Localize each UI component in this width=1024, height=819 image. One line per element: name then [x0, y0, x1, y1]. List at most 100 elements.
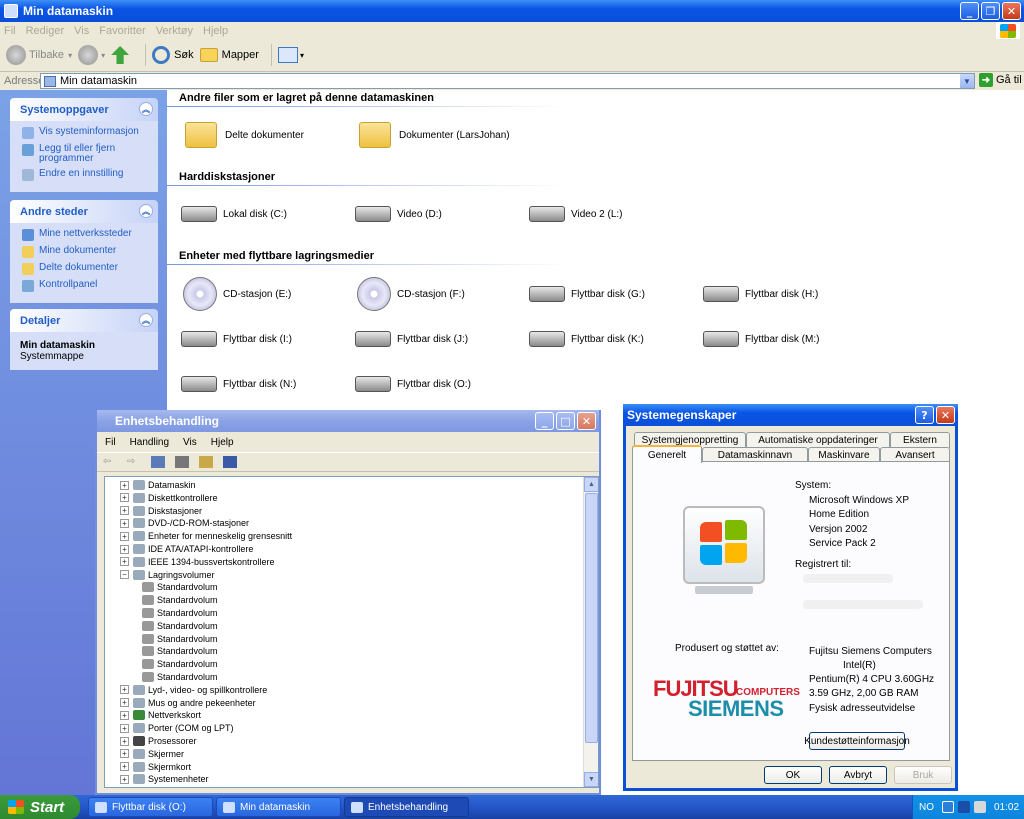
- expand-icon[interactable]: +: [120, 749, 129, 759]
- expand-icon[interactable]: +: [120, 480, 129, 490]
- close-button[interactable]: ✕: [1002, 2, 1021, 20]
- tree-node[interactable]: + Mus og andre pekeenheter: [120, 697, 256, 709]
- menu-vis[interactable]: Vis: [74, 25, 89, 37]
- tree-leaf[interactable]: Standardvolum: [142, 581, 218, 593]
- explorer-titlebar[interactable]: Min datamaskin _ ❐ ✕: [0, 0, 1024, 22]
- tab-general[interactable]: Generelt: [632, 445, 702, 463]
- expand-icon[interactable]: +: [120, 518, 129, 528]
- menu-handling[interactable]: Handling: [130, 437, 169, 448]
- drive-item[interactable]: Flyttbar disk (H:): [703, 286, 818, 302]
- properties-icon[interactable]: [151, 456, 165, 468]
- tray-icon[interactable]: [974, 801, 986, 813]
- tray-icon[interactable]: [958, 801, 970, 813]
- folders-button[interactable]: Mapper: [199, 48, 259, 62]
- tree-node[interactable]: + Enheter for menneskelig grensesnitt: [120, 530, 292, 542]
- tree-node[interactable]: + IDE ATA/ATAPI-kontrollere: [120, 543, 253, 555]
- tree-node[interactable]: + Lyd-, video- og spillkontrollere: [120, 684, 267, 696]
- menu-favoritter[interactable]: Favoritter: [99, 25, 145, 37]
- forward-arrow-icon[interactable]: ⇨: [127, 456, 141, 468]
- tree-leaf[interactable]: Standardvolum: [142, 633, 218, 645]
- close-button[interactable]: ✕: [577, 412, 596, 430]
- task-link[interactable]: Vis systeminformasjon: [22, 127, 150, 139]
- task-link[interactable]: Endre en innstilling: [22, 169, 150, 181]
- tree-node[interactable]: + Systemenheter: [120, 773, 209, 785]
- menu-verktoy[interactable]: Verktøy: [156, 25, 193, 37]
- apply-button[interactable]: Bruk: [894, 766, 952, 784]
- restore-button[interactable]: ❐: [981, 2, 1000, 20]
- tree-leaf[interactable]: Standardvolum: [142, 594, 218, 606]
- system-properties-titlebar[interactable]: Systemegenskaper ? ✕: [623, 404, 958, 426]
- expand-icon[interactable]: +: [120, 493, 129, 503]
- tree-node[interactable]: + Datamaskin: [120, 479, 196, 491]
- place-link[interactable]: Mine dokumenter: [22, 246, 150, 258]
- tree-node[interactable]: + Porter (COM og LPT): [120, 722, 234, 734]
- expand-icon[interactable]: +: [120, 774, 129, 784]
- drive-item[interactable]: Flyttbar disk (J:): [355, 331, 468, 347]
- address-input[interactable]: Min datamaskin ▼: [40, 73, 975, 89]
- collapse-chevron-icon[interactable]: ︽: [139, 313, 153, 327]
- views-button[interactable]: ▾: [277, 47, 304, 63]
- forward-button[interactable]: ▾: [78, 45, 105, 65]
- drive-item[interactable]: Flyttbar disk (O:): [355, 376, 471, 392]
- scroll-up-icon[interactable]: ▲: [584, 477, 598, 492]
- drive-item[interactable]: Flyttbar disk (I:): [181, 331, 292, 347]
- place-link[interactable]: Mine nettverkssteder: [22, 229, 150, 241]
- go-button[interactable]: ➜ Gå til: [979, 73, 1022, 87]
- tree-node[interactable]: + Diskstasjoner: [120, 505, 202, 517]
- task-link[interactable]: Legg til eller fjern programmer: [22, 144, 150, 164]
- details-header[interactable]: Detaljer ︽: [10, 309, 158, 332]
- collapse-icon[interactable]: −: [120, 570, 129, 580]
- language-indicator[interactable]: NO: [919, 802, 934, 813]
- maximize-button[interactable]: □: [556, 412, 575, 430]
- menu-fil[interactable]: Fil: [4, 25, 16, 37]
- print-icon[interactable]: [175, 456, 189, 468]
- close-button[interactable]: ✕: [936, 406, 955, 424]
- ok-button[interactable]: OK: [764, 766, 822, 784]
- folder-item[interactable]: Delte dokumenter: [185, 122, 304, 148]
- scan-hardware-icon[interactable]: [223, 456, 237, 468]
- tree-leaf[interactable]: Standardvolum: [142, 658, 218, 670]
- tree-node[interactable]: + DVD-/CD-ROM-stasjoner: [120, 517, 249, 529]
- drive-item[interactable]: Video (D:): [355, 206, 442, 222]
- drive-item[interactable]: Flyttbar disk (M:): [703, 331, 819, 347]
- help-button[interactable]: ?: [915, 406, 934, 424]
- menu-hjelp[interactable]: Hjelp: [211, 437, 234, 448]
- other-places-header[interactable]: Andre steder ︽: [10, 200, 158, 223]
- task-my-computer[interactable]: Min datamaskin: [216, 797, 341, 817]
- collapse-chevron-icon[interactable]: ︽: [139, 204, 153, 218]
- tree-leaf[interactable]: Standardvolum: [142, 607, 218, 619]
- expand-icon[interactable]: +: [120, 710, 129, 720]
- menu-fil[interactable]: Fil: [105, 437, 116, 448]
- address-dropdown-icon[interactable]: ▼: [960, 74, 974, 88]
- drive-item[interactable]: Flyttbar disk (K:): [529, 331, 644, 347]
- expand-icon[interactable]: +: [120, 698, 129, 708]
- expand-icon[interactable]: +: [120, 762, 129, 772]
- tab-remote[interactable]: Ekstern: [890, 432, 950, 448]
- expand-icon[interactable]: +: [120, 544, 129, 554]
- drive-item[interactable]: Lokal disk (C:): [181, 206, 287, 222]
- drive-item[interactable]: Video 2 (L:): [529, 206, 623, 222]
- cancel-button[interactable]: Avbryt: [829, 766, 887, 784]
- scrollbar-thumb[interactable]: [585, 493, 598, 743]
- start-button[interactable]: Start: [0, 795, 80, 819]
- expand-icon[interactable]: +: [120, 506, 129, 516]
- place-link[interactable]: Kontrollpanel: [22, 280, 150, 292]
- system-tasks-header[interactable]: Systemoppgaver ︽: [10, 98, 158, 121]
- support-info-button[interactable]: Kundestøtteinformasjon: [804, 732, 910, 750]
- scroll-down-icon[interactable]: ▼: [584, 772, 598, 787]
- drive-item[interactable]: CD-stasjon (E:): [183, 277, 291, 311]
- expand-icon[interactable]: +: [120, 685, 129, 695]
- minimize-button[interactable]: _: [535, 412, 554, 430]
- expand-icon[interactable]: +: [120, 557, 129, 567]
- tray-icon[interactable]: [942, 801, 954, 813]
- tree-node[interactable]: + Prosessorer: [120, 735, 197, 747]
- place-link[interactable]: Delte dokumenter: [22, 263, 150, 275]
- back-button[interactable]: Tilbake ▾: [6, 45, 72, 65]
- drive-item[interactable]: Flyttbar disk (G:): [529, 286, 645, 302]
- menu-rediger[interactable]: Rediger: [26, 25, 65, 37]
- tree-node[interactable]: + IEEE 1394-bussvertskontrollere: [120, 556, 275, 568]
- minimize-button[interactable]: _: [960, 2, 979, 20]
- tree-leaf[interactable]: Standardvolum: [142, 645, 218, 657]
- tree-node[interactable]: + Skjermer: [120, 748, 184, 760]
- tree-node[interactable]: + Nettverkskort: [120, 709, 201, 721]
